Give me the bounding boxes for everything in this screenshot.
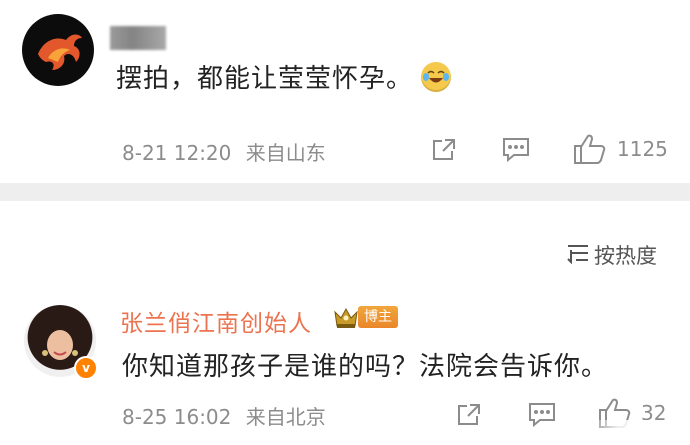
section-divider xyxy=(0,183,690,201)
like-icon[interactable] xyxy=(573,133,607,169)
blogger-badge: 博主 xyxy=(358,306,398,328)
verified-badge: v xyxy=(74,356,98,380)
comment-2-meta: 8-25 16:02 来自北京 xyxy=(122,401,326,430)
laugh-cry-emoji-icon xyxy=(421,61,452,92)
comment-location: 来自山东 xyxy=(245,141,326,165)
sort-label: 按热度 xyxy=(594,244,657,268)
comment-1-body: 摆拍，都能让莹莹怀孕。 xyxy=(116,58,452,95)
comment-text: 摆拍，都能让莹莹怀孕。 xyxy=(116,64,414,94)
like-count: 1125 xyxy=(617,137,668,161)
share-icon[interactable] xyxy=(455,401,483,433)
sort-icon xyxy=(566,242,590,269)
commenter-avatar[interactable] xyxy=(22,14,94,86)
watermark-overlay xyxy=(588,420,688,444)
comment-1-meta: 8-21 12:20 来自山东 xyxy=(122,137,326,166)
comment-location: 来自北京 xyxy=(245,405,326,429)
comment-time: 8-21 12:20 xyxy=(122,141,232,165)
redacted-username xyxy=(110,26,166,50)
commenter-username[interactable]: 张兰俏江南创始人 xyxy=(120,304,312,338)
comment-icon[interactable] xyxy=(502,137,530,167)
crown-icon xyxy=(332,304,360,334)
comment-icon[interactable] xyxy=(528,402,556,432)
sort-toggle[interactable]: 按热度 xyxy=(566,240,657,270)
comment-text: 你知道那孩子是谁的吗？法院会告诉你。 xyxy=(122,352,609,382)
share-icon[interactable] xyxy=(430,136,458,168)
comment-time: 8-25 16:02 xyxy=(122,405,232,429)
